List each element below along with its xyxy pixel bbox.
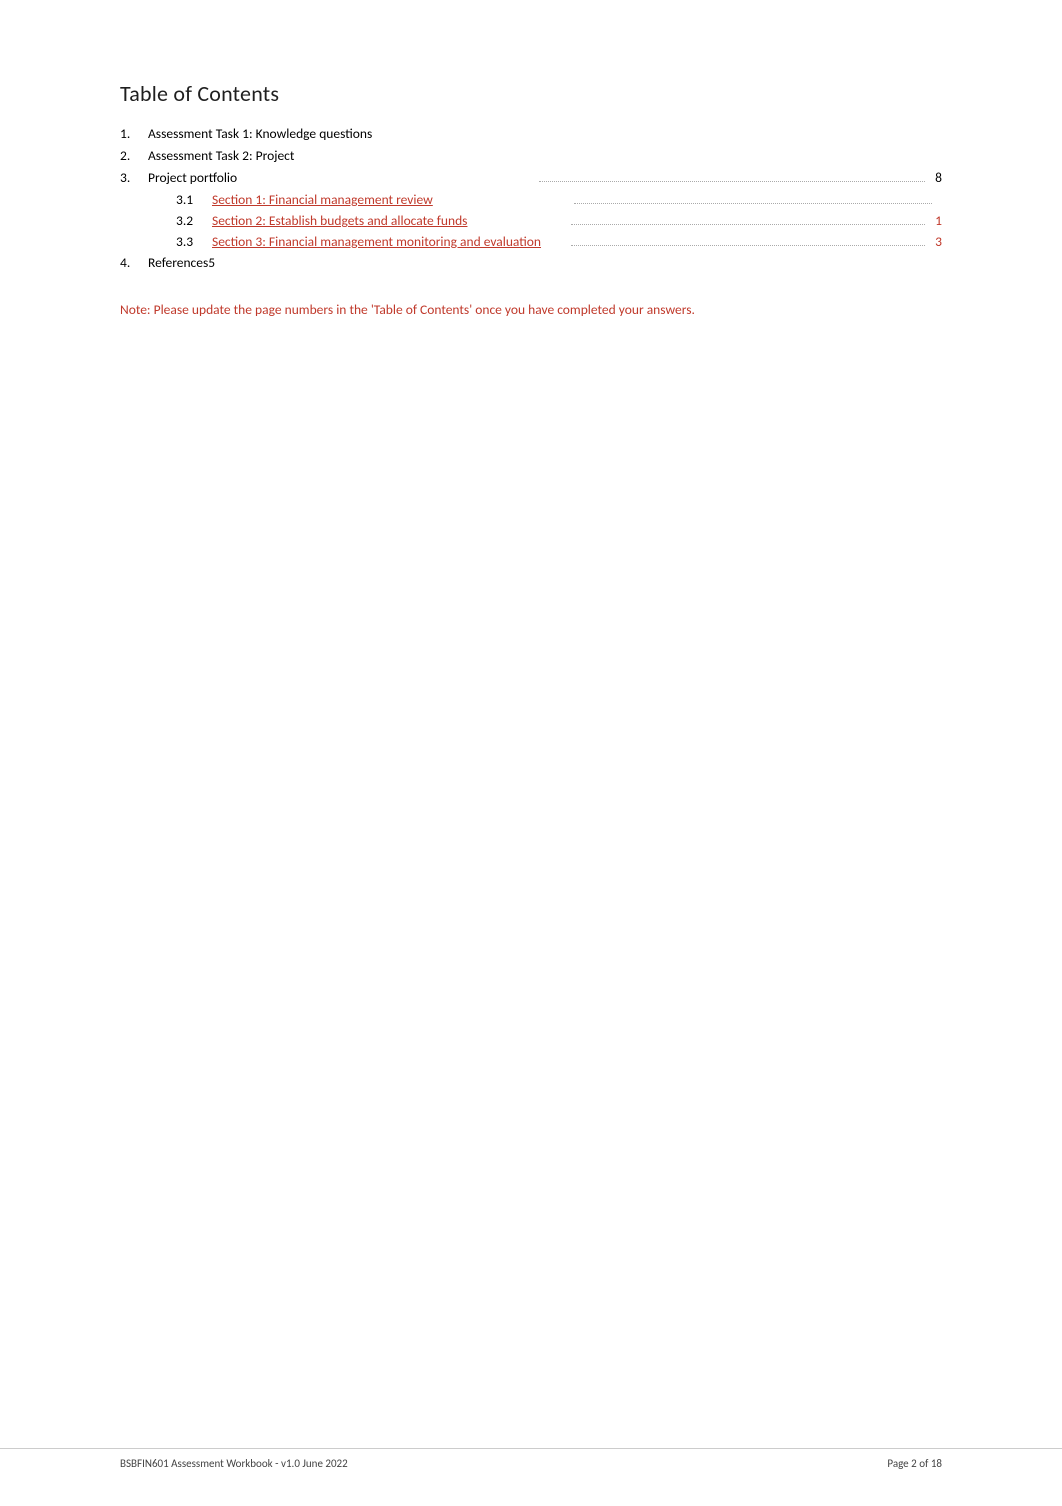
toc-link-3-1[interactable]: Section 1: Financial management review [212,191,570,208]
toc-label-4: References5 [148,254,942,271]
toc-number-4: 4. [120,254,148,271]
footer-left-text: BSBFIN601 Assessment Workbook - v1.0 Jun… [120,1457,348,1470]
toc-note: Note: Please update the page numbers in … [120,299,740,321]
toc-item-4: 4. References5 [120,254,942,271]
toc-number-3: 3. [120,169,148,186]
toc-leader-3-1 [574,203,932,204]
toc-link-3-3[interactable]: Section 3: Financial management monitori… [212,233,567,250]
toc-heading: Table of Contents [120,80,942,107]
toc-item-3: 3. Project portfolio 8 [120,169,942,186]
toc-label-1: Assessment Task 1: Knowledge questions [148,125,942,142]
toc-item-1: 1. Assessment Task 1: Knowledge question… [120,125,942,142]
toc-link-3-2[interactable]: Section 2: Establish budgets and allocat… [212,212,567,229]
toc-sub-item-3-3: 3.3 Section 3: Financial management moni… [120,233,942,250]
footer-right-text: Page 2 of 18 [887,1457,942,1470]
toc-sub-number-3-3: 3.3 [176,233,212,250]
toc-page-3: 8 [935,169,942,186]
toc-number-2: 2. [120,147,148,164]
toc-sub-number-3-2: 3.2 [176,212,212,229]
page: Table of Contents 1. Assessment Task 1: … [0,0,1062,1506]
toc-item-2: 2. Assessment Task 2: Project [120,147,942,164]
toc-label-3: Project portfolio [148,169,535,186]
toc-sub-item-3-1: 3.1 Section 1: Financial management revi… [120,191,942,208]
toc-page-3-3: 3 [935,233,942,250]
toc-leader-3-3 [571,245,926,246]
toc-page-3-2: 1 [935,212,942,229]
toc-list: 1. Assessment Task 1: Knowledge question… [120,125,942,271]
toc-sub-item-3-2: 3.2 Section 2: Establish budgets and all… [120,212,942,229]
toc-sub-number-3-1: 3.1 [176,191,212,208]
toc-label-2: Assessment Task 2: Project [148,147,942,164]
toc-number-1: 1. [120,125,148,142]
toc-leader-3-2 [571,224,926,225]
toc-leader-3 [539,181,926,182]
page-footer: BSBFIN601 Assessment Workbook - v1.0 Jun… [0,1448,1062,1470]
